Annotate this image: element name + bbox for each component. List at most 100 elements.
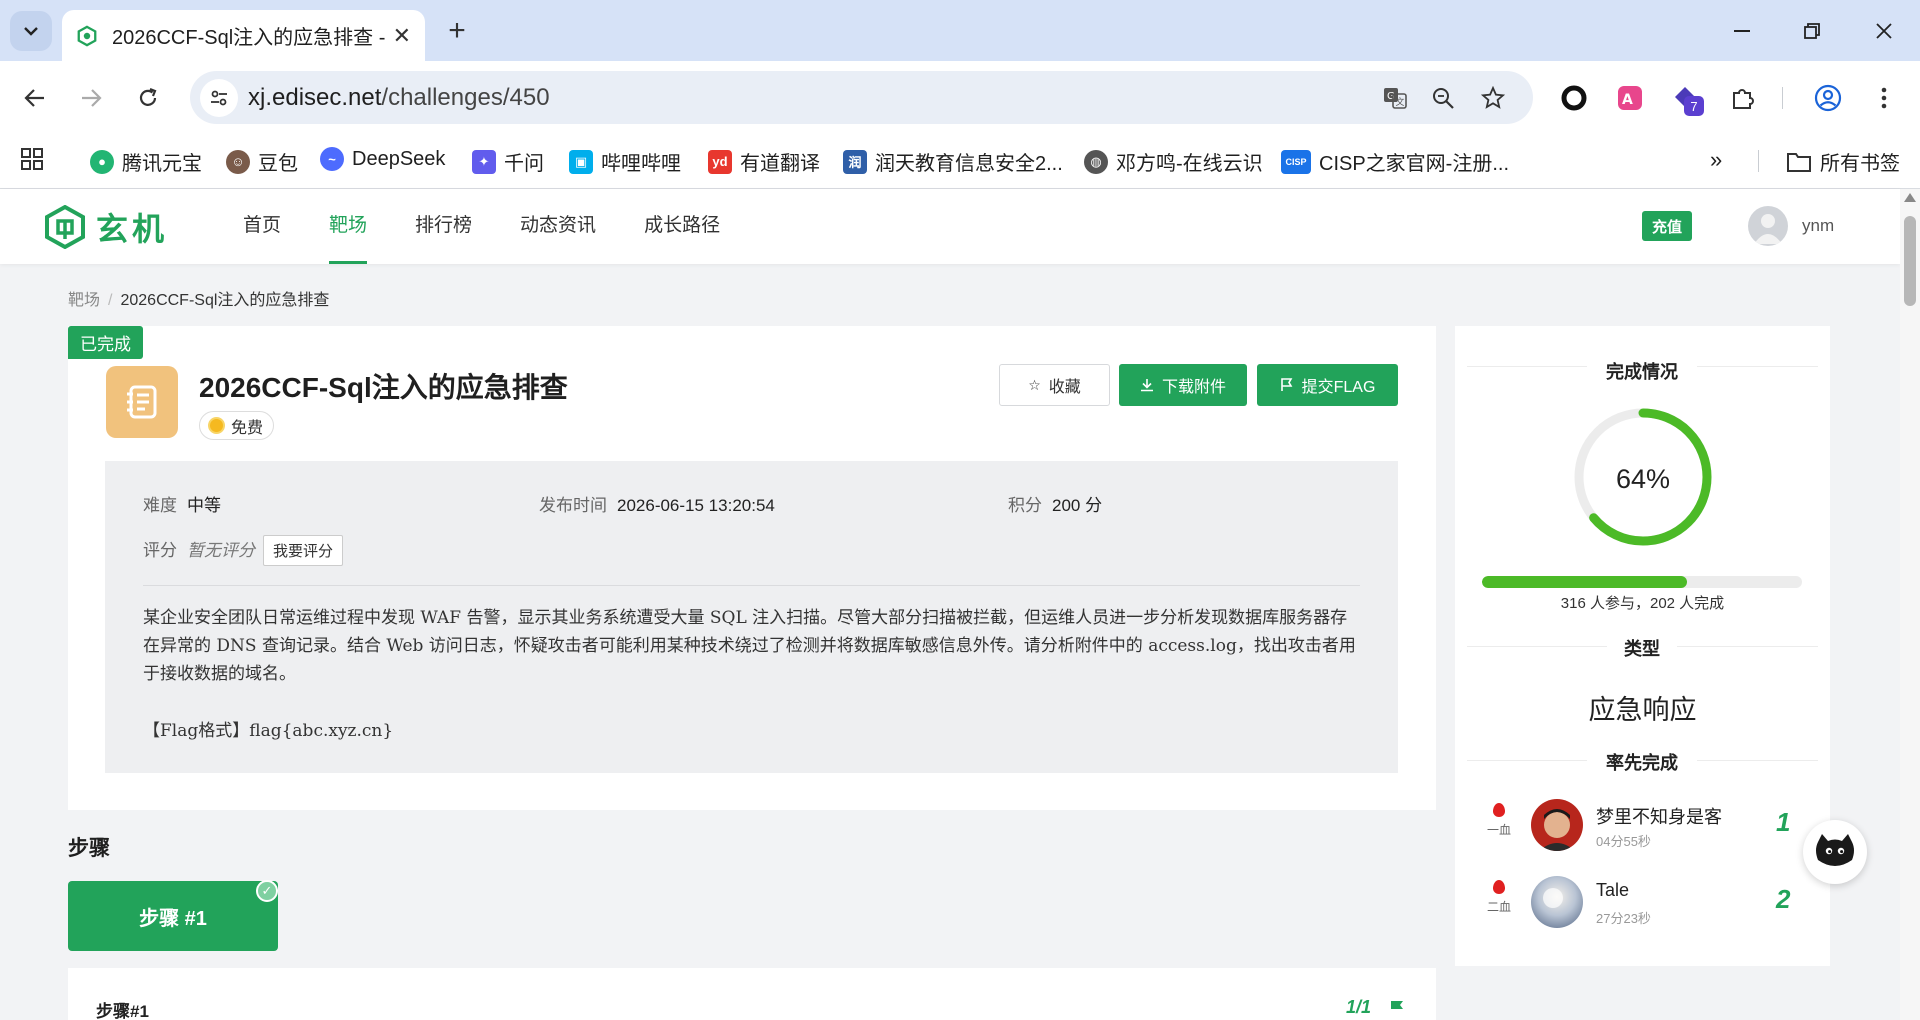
qianwen-icon: ✦ — [472, 149, 496, 174]
bilibili-icon: ▣ — [569, 149, 593, 174]
url-text[interactable]: xj.edisec.net/challenges/450 — [248, 84, 550, 112]
download-attachment-button[interactable]: 下载附件 — [1119, 364, 1247, 406]
rating-label: 评分 — [143, 541, 177, 560]
publish-row: 发布时间 2026-06-15 13:20:54 — [539, 491, 775, 516]
folder-icon — [1787, 152, 1811, 172]
puzzle-icon — [1733, 89, 1754, 109]
steps-heading: 步骤 — [68, 837, 110, 860]
bookmarks-divider — [1758, 150, 1759, 172]
step-card-title: 步骤#1 — [96, 1002, 149, 1020]
nav-home[interactable]: 首页 — [243, 189, 281, 264]
download-icon — [1140, 379, 1153, 392]
solver-time: 04分55秒 — [1596, 834, 1651, 849]
rating-value: 暂无评分 — [187, 541, 255, 560]
bookmark-bilibili[interactable]: ▣ 哔哩哔哩 — [569, 147, 681, 176]
globe-icon: ◍ — [1084, 149, 1108, 174]
browser-menu-button[interactable] — [1866, 80, 1902, 116]
bookmark-label: DeepSeek — [352, 147, 446, 170]
star-outline-icon: ☆ — [1028, 376, 1041, 393]
difficulty-row: 难度 中等 — [143, 491, 221, 516]
flag-outline-icon — [1280, 378, 1292, 391]
flag-format: 【Flag格式】flag{abc.xyz.cn} — [143, 721, 394, 741]
completion-progress-bar — [1482, 576, 1802, 588]
reload-icon — [139, 87, 157, 106]
bookmark-qianwen[interactable]: ✦ 千问 — [472, 147, 544, 176]
scroll-up-arrow[interactable] — [1904, 193, 1916, 202]
more-bookmarks-button[interactable]: » — [1710, 147, 1722, 173]
rate-button[interactable]: 我要评分 — [263, 535, 344, 566]
zoom-button[interactable] — [1428, 83, 1458, 113]
yuanbao-icon: ● — [90, 149, 114, 174]
publish-label: 发布时间 — [539, 496, 607, 515]
extension-circle-button[interactable] — [1556, 80, 1592, 116]
category-value: 应急响应 — [1588, 695, 1697, 725]
floating-assistant-button[interactable] — [1803, 820, 1867, 884]
favorite-label: 收藏 — [1048, 379, 1081, 396]
address-bar[interactable]: xj.edisec.net/challenges/450 G文 — [190, 71, 1533, 124]
price-tag: 免费 — [199, 411, 275, 440]
submit-label: 提交FLAG — [1301, 379, 1376, 396]
bookmark-label: 千问 — [504, 153, 544, 175]
bookmark-yunshi[interactable]: ◍ 邓方鸣-在线云识 — [1084, 147, 1263, 176]
nav-growth-path[interactable]: 成长路径 — [644, 189, 720, 264]
page-scrollbar[interactable] — [1900, 189, 1920, 1020]
challenge-title: 2026CCF-Sql注入的应急排查 — [199, 372, 568, 403]
breadcrumb-separator: / — [108, 292, 113, 309]
browser-tab-active[interactable]: 2026CCF-Sql注入的应急排查 - ✕ — [62, 10, 425, 61]
url-path: /challenges/450 — [381, 84, 550, 111]
site-logo[interactable]: 玄机 — [44, 204, 168, 250]
bookmark-yuanbao[interactable]: ● 腾讯元宝 — [90, 147, 202, 176]
minimize-button[interactable] — [1712, 14, 1772, 48]
tab-close-icon[interactable]: ✕ — [393, 23, 411, 49]
bookmark-deepseek[interactable]: ~ DeepSeek — [320, 147, 445, 171]
extension-badge-button[interactable]: 7 — [1668, 80, 1704, 116]
tune-icon — [211, 90, 227, 106]
restore-button[interactable] — [1782, 14, 1842, 48]
bookmark-runtian[interactable]: 润润天教育信息安全2... — [843, 147, 1063, 176]
info-divider — [143, 585, 1360, 586]
star-icon — [1481, 86, 1505, 109]
forward-button[interactable] — [72, 79, 110, 117]
back-button[interactable] — [16, 79, 54, 117]
submit-flag-button[interactable]: 提交FLAG — [1257, 364, 1398, 406]
solver-avatar-image — [1531, 876, 1583, 928]
arrow-left-icon — [24, 89, 44, 107]
bookmark-star-button[interactable] — [1478, 83, 1508, 113]
translate-icon: G文 — [1384, 88, 1407, 109]
solver-avatar — [1531, 876, 1583, 928]
tab-search-button[interactable] — [10, 11, 52, 51]
bookmark-label: 腾讯元宝 — [122, 153, 202, 175]
site-info-button[interactable] — [200, 79, 238, 117]
nav-news[interactable]: 动态资讯 — [520, 189, 596, 264]
completion-percent: 64% — [1615, 464, 1671, 494]
recharge-button[interactable]: 充值 — [1642, 211, 1692, 241]
extensions-menu-button[interactable] — [1725, 80, 1761, 116]
new-tab-button[interactable]: + — [440, 14, 474, 48]
profile-button[interactable] — [1810, 80, 1846, 116]
download-label: 下载附件 — [1161, 379, 1226, 396]
status-badge: 已完成 — [68, 326, 143, 359]
breadcrumb: 靶场 / 2026CCF-Sql注入的应急排查 — [68, 286, 329, 310]
nav-range[interactable]: 靶场 — [329, 189, 368, 264]
close-icon — [1876, 23, 1892, 39]
publish-time: 2026-06-15 13:20:54 — [617, 496, 775, 515]
solver-rank: 1 — [1776, 807, 1791, 837]
close-window-button[interactable] — [1854, 14, 1914, 48]
apps-button[interactable] — [20, 147, 44, 171]
translate-button[interactable]: G文 — [1380, 83, 1410, 113]
bookmark-youdao[interactable]: yd 有道翻译 — [708, 147, 820, 176]
reload-button[interactable] — [129, 79, 167, 117]
bookmark-doubao[interactable]: ☺ 豆包 — [226, 147, 298, 176]
all-bookmarks-button[interactable]: 所有书签 — [1786, 147, 1900, 176]
nav-leaderboard[interactable]: 排行榜 — [415, 189, 472, 264]
translate-extension-button[interactable]: A — [1612, 80, 1648, 116]
solver-row[interactable]: 一血 梦里不知身是客 04分55秒 1 — [1485, 799, 1805, 859]
bookmark-cisp[interactable]: CISP CISP之家官网-注册... — [1281, 147, 1509, 176]
scrollbar-thumb[interactable] — [1904, 216, 1916, 306]
step-tab-1[interactable]: 步骤 #1 — [68, 881, 278, 951]
favorite-button[interactable]: ☆ 收藏 — [999, 364, 1110, 406]
first-blood-marker: 一血 — [1485, 803, 1513, 838]
solver-row[interactable]: 二血 Tale 27分23秒 2 — [1485, 876, 1805, 936]
user-menu[interactable]: ynm — [1748, 206, 1834, 246]
breadcrumb-root[interactable]: 靶场 — [68, 292, 100, 309]
